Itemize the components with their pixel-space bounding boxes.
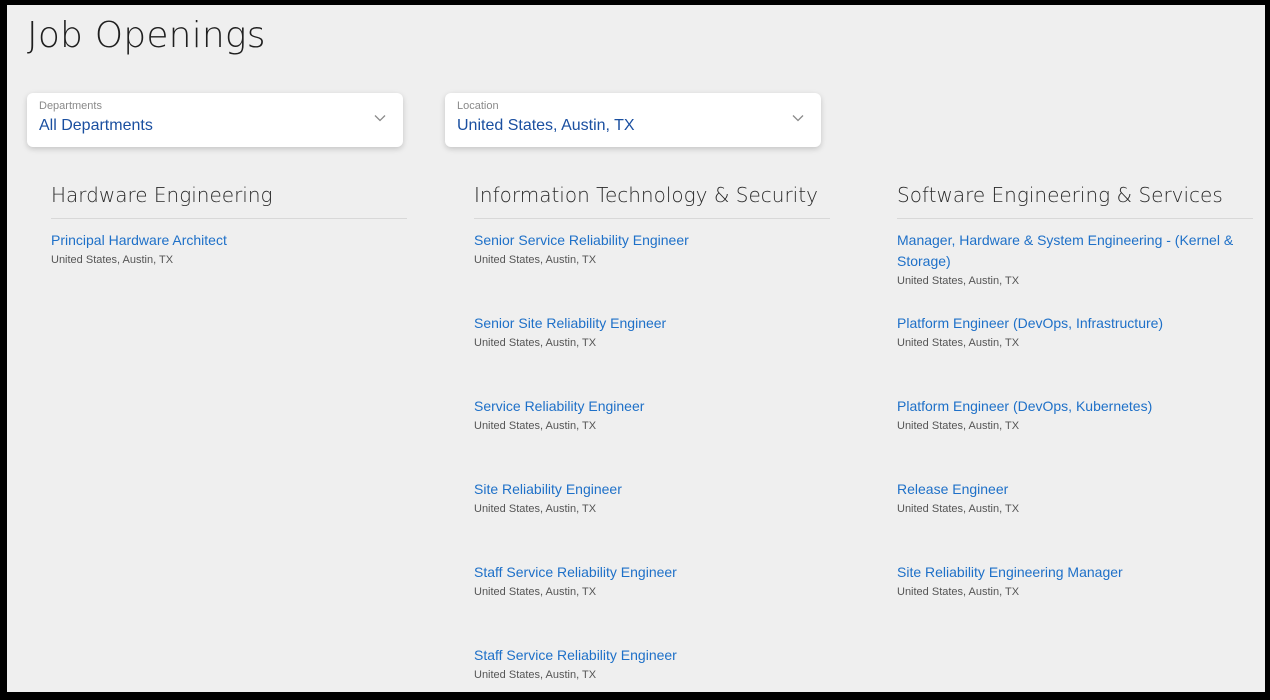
job-listing: Site Reliability Engineering Manager Uni… — [897, 562, 1253, 634]
job-title-link[interactable]: Site Reliability Engineer — [474, 479, 830, 500]
chevron-down-icon — [792, 115, 804, 122]
job-location: United States, Austin, TX — [474, 337, 597, 349]
job-title-link[interactable]: Senior Service Reliability Engineer — [474, 230, 830, 251]
job-title-link[interactable]: Service Reliability Engineer — [474, 396, 830, 417]
chevron-down-icon — [374, 115, 386, 122]
location-select-label: Location — [457, 100, 499, 112]
job-list: Senior Service Reliability Engineer Unit… — [474, 230, 830, 692]
job-title-link[interactable]: Principal Hardware Architect — [51, 230, 407, 251]
departments-select-label: Departments — [39, 100, 102, 112]
departments-select[interactable]: Departments All Departments — [27, 93, 403, 147]
job-location: United States, Austin, TX — [474, 669, 597, 681]
job-location: United States, Austin, TX — [897, 503, 1020, 515]
department-column-information-technology-security: Information Technology & Security Senior… — [474, 180, 830, 692]
job-title-link[interactable]: Staff Service Reliability Engineer — [474, 562, 830, 583]
job-title-link[interactable]: Release Engineer — [897, 479, 1253, 500]
job-location: United States, Austin, TX — [474, 254, 597, 266]
job-listing: Release Engineer United States, Austin, … — [897, 479, 1253, 551]
page-title: Job Openings — [27, 15, 266, 56]
department-heading: Information Technology & Security — [474, 180, 830, 219]
job-title-link[interactable]: Manager, Hardware & System Engineering -… — [897, 230, 1253, 272]
job-location: United States, Austin, TX — [51, 254, 174, 266]
job-listing: Principal Hardware Architect United Stat… — [51, 230, 407, 302]
job-list: Manager, Hardware & System Engineering -… — [897, 230, 1253, 634]
job-title-link[interactable]: Platform Engineer (DevOps, Infrastructur… — [897, 313, 1253, 334]
job-location: United States, Austin, TX — [897, 586, 1020, 598]
job-title-link[interactable]: Staff Service Reliability Engineer — [474, 645, 830, 666]
job-location: United States, Austin, TX — [474, 586, 597, 598]
job-location: United States, Austin, TX — [897, 337, 1020, 349]
departments-select-value: All Departments — [39, 117, 153, 134]
job-listing: Site Reliability Engineer United States,… — [474, 479, 830, 551]
job-location: United States, Austin, TX — [897, 420, 1020, 432]
job-listing: Platform Engineer (DevOps, Infrastructur… — [897, 313, 1253, 385]
department-column-software-engineering-services: Software Engineering & Services Manager,… — [897, 180, 1253, 634]
department-heading: Software Engineering & Services — [897, 180, 1253, 219]
job-listing: Manager, Hardware & System Engineering -… — [897, 230, 1253, 302]
job-listing: Staff Service Reliability Engineer Unite… — [474, 562, 830, 634]
job-listing: Staff Service Reliability Engineer Unite… — [474, 645, 830, 692]
job-location: United States, Austin, TX — [474, 420, 597, 432]
location-select-value: United States, Austin, TX — [457, 117, 635, 134]
job-location: United States, Austin, TX — [897, 275, 1020, 287]
job-title-link[interactable]: Site Reliability Engineering Manager — [897, 562, 1253, 583]
location-select[interactable]: Location United States, Austin, TX — [445, 93, 821, 147]
job-listing: Service Reliability Engineer United Stat… — [474, 396, 830, 468]
job-listing: Senior Site Reliability Engineer United … — [474, 313, 830, 385]
job-location: United States, Austin, TX — [474, 503, 597, 515]
department-heading: Hardware Engineering — [51, 180, 407, 219]
department-column-hardware-engineering: Hardware Engineering Principal Hardware … — [51, 180, 407, 302]
job-openings-page: Job Openings Departments All Departments… — [7, 5, 1265, 692]
job-title-link[interactable]: Platform Engineer (DevOps, Kubernetes) — [897, 396, 1253, 417]
job-listing: Senior Service Reliability Engineer Unit… — [474, 230, 830, 302]
job-listing: Platform Engineer (DevOps, Kubernetes) U… — [897, 396, 1253, 468]
job-title-link[interactable]: Senior Site Reliability Engineer — [474, 313, 830, 334]
job-list: Principal Hardware Architect United Stat… — [51, 230, 407, 302]
